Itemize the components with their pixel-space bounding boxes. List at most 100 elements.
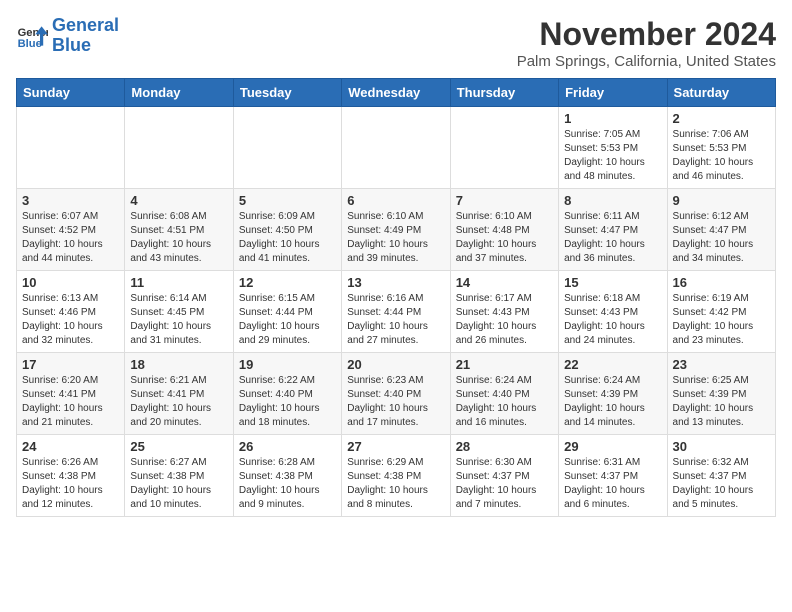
table-row: 23Sunrise: 6:25 AM Sunset: 4:39 PM Dayli… [667, 353, 775, 435]
day-info: Sunrise: 6:24 AM Sunset: 4:39 PM Dayligh… [564, 374, 661, 430]
table-row: 15 Sunrise: 6:18 AM Sunset: 4:43 PM Dayli… [559, 271, 667, 353]
page-header: General Blue General Blue November 2024 … [16, 16, 776, 70]
table-row: 28 Sunrise: 6:30 AM Sunset: 4:37 PM Dayli… [450, 435, 558, 517]
table-row: 13 Sunrise: 6:16 AM Sunset: 4:44 PM Dayli… [342, 271, 450, 353]
table-row: 7Sunrise: 6:10 AM Sunset: 4:48 PM Daylig… [450, 189, 558, 271]
day-info: Sunrise: 6:26 AM Sunset: 4:38 PM Dayligh… [22, 456, 119, 512]
page-subtitle: Palm Springs, California, United States [517, 53, 776, 70]
day-info: Sunrise: 6:11 AM Sunset: 4:47 PM Dayligh… [564, 210, 661, 266]
table-row: 10 Sunrise: 6:13 AM Sunset: 4:46 PM Dayli… [17, 271, 125, 353]
day-info: Sunrise: 6:16 AM Sunset: 4:44 PM Dayligh… [347, 292, 444, 348]
day-info: Sunrise: 6:30 AM Sunset: 4:37 PM Dayligh… [456, 456, 553, 512]
logo-general: General [52, 15, 119, 35]
table-row: 14 Sunrise: 6:17 AM Sunset: 4:43 PM Dayli… [450, 271, 558, 353]
calendar-header: Sunday Monday Tuesday Wednesday Thursday… [17, 79, 776, 107]
day-info: Sunrise: 6:22 AM Sunset: 4:40 PM Dayligh… [239, 374, 336, 430]
table-row: 16Sunrise: 6:19 AM Sunset: 4:42 PM Dayli… [667, 271, 775, 353]
day-info: Sunrise: 6:28 AM Sunset: 4:38 PM Dayligh… [239, 456, 336, 512]
day-info: Sunrise: 6:14 AM Sunset: 4:45 PM Dayligh… [130, 292, 227, 348]
day-number: 8 [564, 193, 661, 208]
table-row: 1 Sunrise: 7:05 AM Sunset: 5:53 PM Daylig… [559, 107, 667, 189]
day-info: Sunrise: 6:23 AM Sunset: 4:40 PM Dayligh… [347, 374, 444, 430]
calendar-week-1: 1 Sunrise: 7:05 AM Sunset: 5:53 PM Daylig… [17, 107, 776, 189]
table-row: 2 Sunrise: 7:06 AM Sunset: 5:53 PM Daylig… [667, 107, 775, 189]
day-info: Sunrise: 6:27 AM Sunset: 4:38 PM Dayligh… [130, 456, 227, 512]
page-title: November 2024 [517, 16, 776, 53]
day-number: 1 [564, 111, 661, 126]
day-number: 4 [130, 193, 227, 208]
day-info: Sunrise: 6:08 AM Sunset: 4:51 PM Dayligh… [130, 210, 227, 266]
table-row: 19 Sunrise: 6:22 AM Sunset: 4:40 PM Dayli… [233, 353, 341, 435]
day-info: Sunrise: 6:10 AM Sunset: 4:48 PM Dayligh… [456, 210, 553, 266]
day-info: Sunrise: 6:19 AM Sunset: 4:42 PM Dayligh… [673, 292, 770, 348]
table-row: 8 Sunrise: 6:11 AM Sunset: 4:47 PM Daylig… [559, 189, 667, 271]
day-number: 27 [347, 439, 444, 454]
day-number: 21 [456, 357, 553, 372]
header-monday: Monday [125, 79, 233, 107]
table-row: 6Sunrise: 6:10 AM Sunset: 4:49 PM Daylig… [342, 189, 450, 271]
table-row: 29 Sunrise: 6:31 AM Sunset: 4:37 PM Dayli… [559, 435, 667, 517]
day-number: 2 [673, 111, 770, 126]
logo: General Blue General Blue [16, 16, 119, 56]
day-info: Sunrise: 7:05 AM Sunset: 5:53 PM Dayligh… [564, 128, 661, 184]
table-row: 30Sunrise: 6:32 AM Sunset: 4:37 PM Dayli… [667, 435, 775, 517]
day-number: 13 [347, 275, 444, 290]
table-row: 21Sunrise: 6:24 AM Sunset: 4:40 PM Dayli… [450, 353, 558, 435]
day-number: 17 [22, 357, 119, 372]
day-info: Sunrise: 6:21 AM Sunset: 4:41 PM Dayligh… [130, 374, 227, 430]
day-info: Sunrise: 6:07 AM Sunset: 4:52 PM Dayligh… [22, 210, 119, 266]
table-row: 3 Sunrise: 6:07 AM Sunset: 4:52 PM Daylig… [17, 189, 125, 271]
calendar-week-4: 17 Sunrise: 6:20 AM Sunset: 4:41 PM Dayli… [17, 353, 776, 435]
day-number: 3 [22, 193, 119, 208]
day-number: 18 [130, 357, 227, 372]
day-number: 22 [564, 357, 661, 372]
calendar-week-2: 3 Sunrise: 6:07 AM Sunset: 4:52 PM Daylig… [17, 189, 776, 271]
day-number: 12 [239, 275, 336, 290]
header-friday: Friday [559, 79, 667, 107]
table-row: 26 Sunrise: 6:28 AM Sunset: 4:38 PM Dayli… [233, 435, 341, 517]
header-wednesday: Wednesday [342, 79, 450, 107]
table-row [342, 107, 450, 189]
calendar-body: 1 Sunrise: 7:05 AM Sunset: 5:53 PM Daylig… [17, 107, 776, 517]
calendar-table: Sunday Monday Tuesday Wednesday Thursday… [16, 78, 776, 517]
table-row [450, 107, 558, 189]
title-block: November 2024 Palm Springs, California, … [517, 16, 776, 70]
table-row: 24 Sunrise: 6:26 AM Sunset: 4:38 PM Dayli… [17, 435, 125, 517]
day-number: 14 [456, 275, 553, 290]
table-row: 12 Sunrise: 6:15 AM Sunset: 4:44 PM Dayli… [233, 271, 341, 353]
table-row: 9 Sunrise: 6:12 AM Sunset: 4:47 PM Daylig… [667, 189, 775, 271]
table-row: 11 Sunrise: 6:14 AM Sunset: 4:45 PM Dayli… [125, 271, 233, 353]
table-row [125, 107, 233, 189]
svg-text:Blue: Blue [18, 38, 42, 50]
header-row: Sunday Monday Tuesday Wednesday Thursday… [17, 79, 776, 107]
table-row: 20Sunrise: 6:23 AM Sunset: 4:40 PM Dayli… [342, 353, 450, 435]
table-row: 18 Sunrise: 6:21 AM Sunset: 4:41 PM Dayli… [125, 353, 233, 435]
day-number: 19 [239, 357, 336, 372]
day-info: Sunrise: 6:17 AM Sunset: 4:43 PM Dayligh… [456, 292, 553, 348]
day-info: Sunrise: 6:31 AM Sunset: 4:37 PM Dayligh… [564, 456, 661, 512]
logo-blue: Blue [52, 35, 91, 55]
day-number: 5 [239, 193, 336, 208]
day-number: 30 [673, 439, 770, 454]
day-number: 10 [22, 275, 119, 290]
header-saturday: Saturday [667, 79, 775, 107]
day-number: 9 [673, 193, 770, 208]
day-info: Sunrise: 6:13 AM Sunset: 4:46 PM Dayligh… [22, 292, 119, 348]
day-info: Sunrise: 7:06 AM Sunset: 5:53 PM Dayligh… [673, 128, 770, 184]
calendar-week-3: 10 Sunrise: 6:13 AM Sunset: 4:46 PM Dayli… [17, 271, 776, 353]
day-number: 24 [22, 439, 119, 454]
day-info: Sunrise: 6:20 AM Sunset: 4:41 PM Dayligh… [22, 374, 119, 430]
day-info: Sunrise: 6:15 AM Sunset: 4:44 PM Dayligh… [239, 292, 336, 348]
day-number: 11 [130, 275, 227, 290]
logo-icon: General Blue [16, 20, 48, 52]
table-row: 4 Sunrise: 6:08 AM Sunset: 4:51 PM Daylig… [125, 189, 233, 271]
day-number: 26 [239, 439, 336, 454]
day-number: 28 [456, 439, 553, 454]
table-row: 25Sunrise: 6:27 AM Sunset: 4:38 PM Dayli… [125, 435, 233, 517]
day-info: Sunrise: 6:18 AM Sunset: 4:43 PM Dayligh… [564, 292, 661, 348]
table-row [233, 107, 341, 189]
day-number: 15 [564, 275, 661, 290]
day-number: 6 [347, 193, 444, 208]
day-number: 29 [564, 439, 661, 454]
day-info: Sunrise: 6:12 AM Sunset: 4:47 PM Dayligh… [673, 210, 770, 266]
